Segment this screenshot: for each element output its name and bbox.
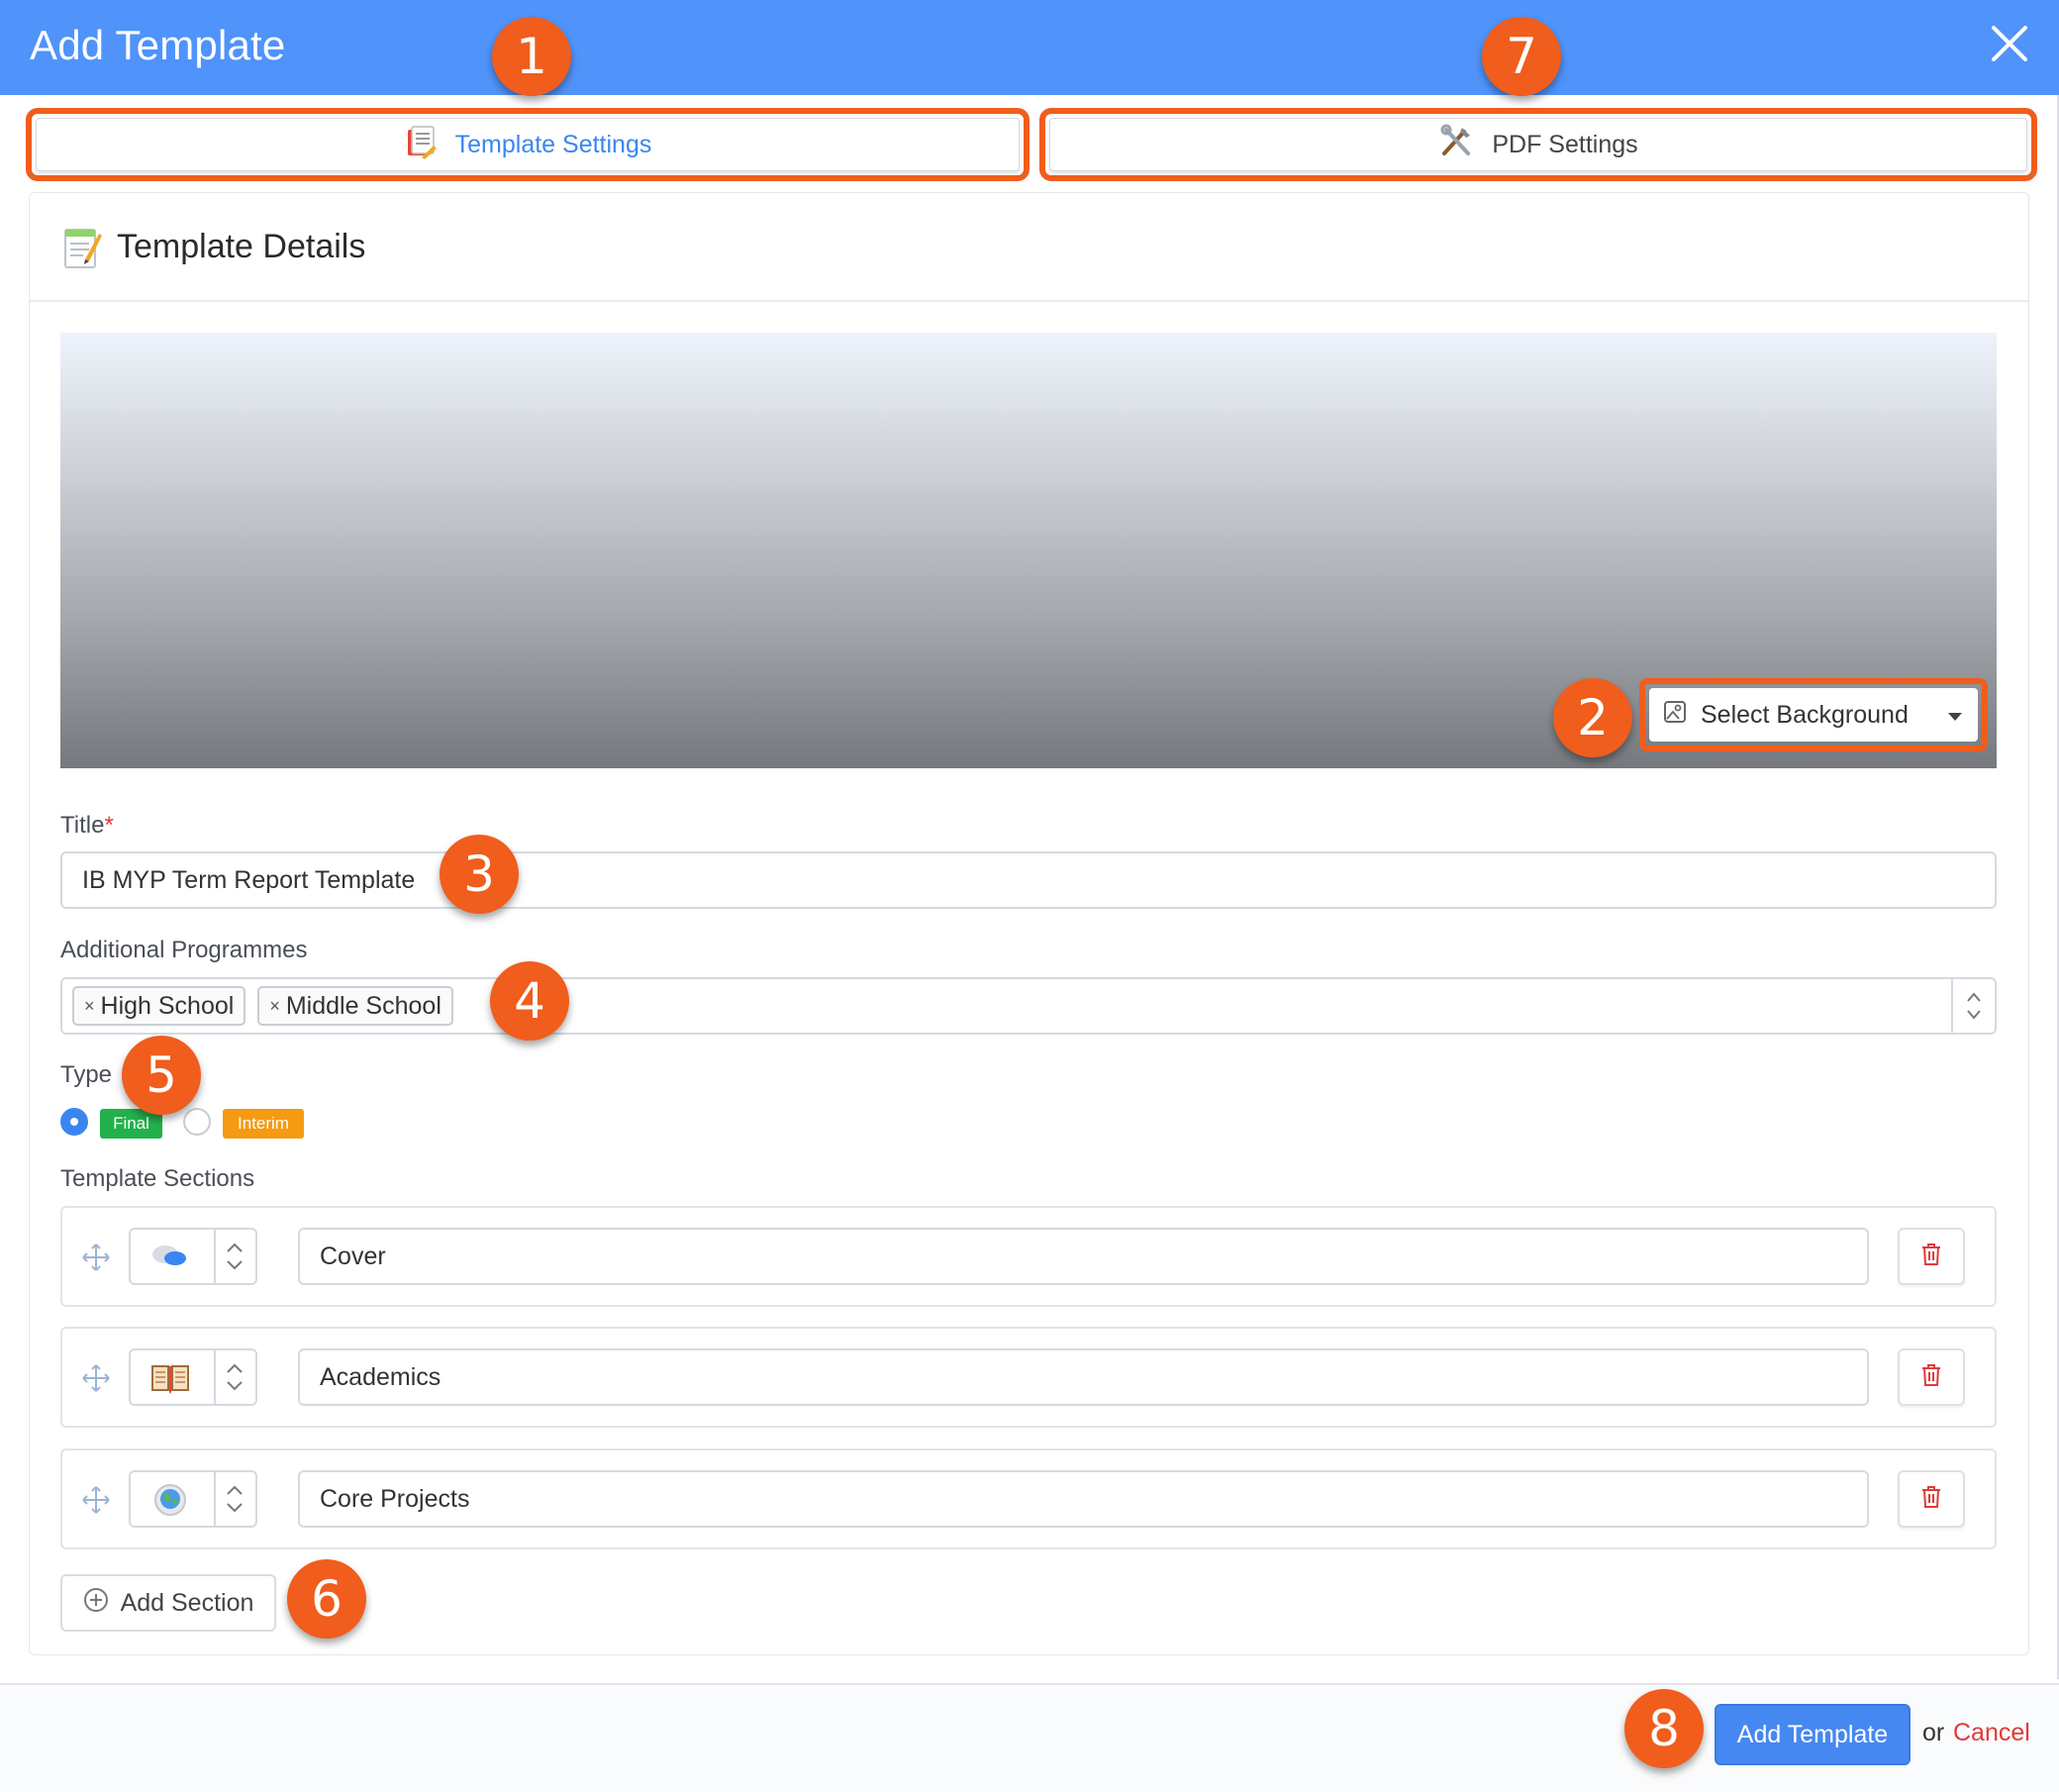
interim-badge: Interim (223, 1109, 304, 1139)
select-background-label: Select Background (1701, 700, 1909, 729)
plus-circle-icon (83, 1587, 109, 1620)
drag-handle-icon[interactable] (81, 1485, 111, 1520)
programmes-multiselect[interactable]: × High School × Middle School (60, 977, 1997, 1035)
or-text: or (1922, 1719, 1945, 1746)
updown-chevron-icon[interactable] (1951, 979, 1995, 1033)
title-label-text: Title (60, 812, 105, 839)
memo-icon (63, 226, 103, 274)
globe-icon (152, 1482, 188, 1523)
delete-section-button[interactable] (1898, 1228, 1965, 1285)
select-background-dropdown[interactable]: Select Background (1649, 688, 1978, 742)
tab-label: Template Settings (454, 130, 652, 158)
section-name-value: Academics (320, 1362, 441, 1391)
panel-title: Template Details (117, 228, 366, 265)
drag-handle-icon[interactable] (81, 1243, 111, 1277)
programme-chip: × High School (72, 986, 246, 1026)
open-book-icon (150, 1362, 190, 1399)
title-label: Title* (60, 812, 114, 840)
section-icon-select[interactable] (129, 1470, 257, 1528)
callout-5: 5 (122, 1036, 201, 1115)
template-settings-icon (404, 124, 438, 166)
section-name-value: Core Projects (320, 1484, 470, 1513)
sections-label: Template Sections (60, 1165, 255, 1192)
section-name-input[interactable]: Cover (298, 1228, 1869, 1285)
callout-3: 3 (440, 835, 519, 914)
close-icon[interactable] (1986, 20, 2033, 67)
required-mark: * (104, 812, 114, 839)
remove-chip-icon[interactable]: × (269, 996, 280, 1017)
section-name-input[interactable]: Academics (298, 1348, 1869, 1406)
caret-down-icon (1946, 701, 1964, 730)
delete-section-button[interactable] (1898, 1470, 1965, 1528)
trash-icon (1920, 1243, 1942, 1271)
section-name-input[interactable]: Core Projects (298, 1470, 1869, 1528)
add-section-label: Add Section (120, 1588, 254, 1617)
callout-4: 4 (490, 961, 569, 1041)
updown-chevron-icon[interactable] (220, 1236, 249, 1282)
callout-1: 1 (492, 17, 571, 96)
section-icon-select[interactable] (129, 1348, 257, 1406)
add-template-button[interactable]: Add Template (1715, 1704, 1911, 1765)
type-interim-radio[interactable] (183, 1108, 211, 1136)
cancel-link[interactable]: Cancel (1953, 1719, 2030, 1747)
programme-chip: × Middle School (257, 986, 453, 1026)
chip-label: High School (100, 991, 235, 1020)
section-icon-select[interactable] (129, 1228, 257, 1285)
drag-handle-icon[interactable] (81, 1363, 111, 1398)
callout-8: 8 (1624, 1689, 1704, 1768)
section-name-value: Cover (320, 1242, 386, 1270)
add-section-button[interactable]: Add Section (60, 1574, 276, 1632)
updown-chevron-icon[interactable] (220, 1478, 249, 1525)
divider (30, 300, 2028, 302)
programmes-label: Additional Programmes (60, 937, 308, 963)
callout-7: 7 (1482, 17, 1561, 96)
speech-bubbles-icon (150, 1242, 190, 1276)
trash-icon (1920, 1485, 1942, 1514)
trash-icon (1920, 1363, 1942, 1392)
tools-icon (1438, 124, 1474, 166)
updown-chevron-icon[interactable] (220, 1356, 249, 1403)
chip-label: Middle School (285, 991, 441, 1020)
tab-label: PDF Settings (1492, 130, 1638, 158)
title-input-value: IB MYP Term Report Template (82, 865, 416, 894)
dialog-header (0, 0, 2059, 95)
delete-section-button[interactable] (1898, 1348, 1965, 1406)
tab-pdf-settings[interactable]: PDF Settings (1039, 108, 2037, 181)
remove-chip-icon[interactable]: × (84, 996, 95, 1017)
callout-6: 6 (287, 1559, 366, 1639)
dialog-title: Add Template (30, 22, 286, 68)
type-label: Type (60, 1061, 113, 1088)
tab-template-settings[interactable]: Template Settings (26, 108, 1030, 181)
title-input[interactable]: IB MYP Term Report Template (60, 851, 1997, 909)
callout-2: 2 (1553, 678, 1632, 757)
type-final-radio[interactable] (60, 1108, 88, 1136)
image-icon (1663, 700, 1687, 731)
